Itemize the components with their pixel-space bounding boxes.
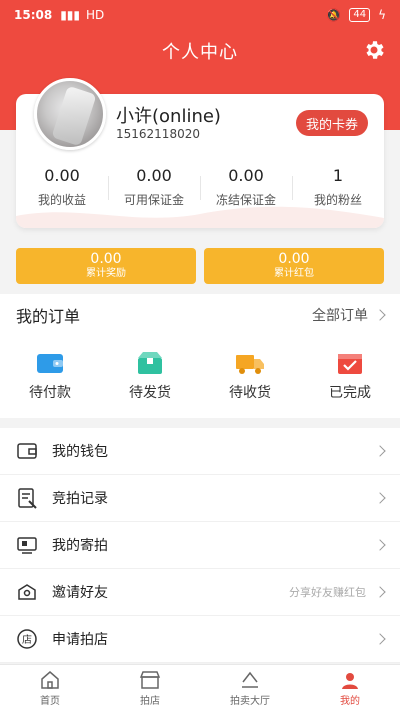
all-orders-label: 全部订单 — [312, 308, 368, 324]
tab-home[interactable]: 首页 — [0, 665, 100, 710]
truck-icon — [236, 355, 264, 374]
profile-card: 小许(online) 15162118020 我的卡券 0.00 我的收益 0.… — [16, 78, 384, 228]
gear-icon[interactable] — [362, 38, 386, 62]
battery-icon: 44 — [349, 8, 371, 22]
chevron-right-icon — [374, 633, 386, 645]
reward-value: 0.00 — [278, 251, 310, 267]
menu-item-invite-friends[interactable]: 邀请好友 分享好友赚红包 — [0, 569, 400, 616]
calendar-check-icon — [338, 354, 362, 374]
orders-section: 我的订单 全部订单 待付款 待发货 待收货 已完成 — [0, 294, 400, 418]
total-reward-button[interactable]: 0.00 累计奖励 — [16, 248, 196, 284]
home-icon — [41, 671, 59, 689]
stat-value: 1 — [332, 166, 344, 185]
mute-icon: 🔕 — [326, 8, 342, 22]
chevron-right-icon — [374, 445, 386, 457]
order-tab-pending-payment[interactable]: 待付款 — [0, 350, 100, 402]
menu-item-label: 我的寄拍 — [52, 538, 108, 554]
order-tab-pending-receipt[interactable]: 待收货 — [200, 350, 300, 402]
tab-label: 拍店 — [140, 696, 160, 707]
signal-icon: ▮▮▮ — [60, 8, 81, 22]
shop-icon: 店 — [17, 629, 37, 649]
order-tab-completed[interactable]: 已完成 — [300, 350, 400, 402]
stat-value: 0.00 — [228, 166, 264, 185]
coupon-button[interactable]: 我的卡券 — [295, 110, 368, 136]
stat-value: 0.00 — [136, 166, 172, 185]
tab-store[interactable]: 拍店 — [100, 665, 200, 710]
tab-mine[interactable]: 我的 — [300, 665, 400, 710]
user-icon — [342, 673, 358, 689]
menu-item-consignment[interactable]: 我的寄拍 — [0, 522, 400, 569]
tab-label: 我的 — [340, 696, 360, 707]
menu-list: 我的钱包 竞拍记录 我的寄拍 邀请好友 分享好友赚红包 店 申请拍店 — [0, 428, 400, 663]
network-label: HD — [86, 8, 105, 22]
stat-value: 0.00 — [44, 166, 80, 185]
consign-icon — [17, 537, 37, 554]
reward-row: 0.00 累计奖励 0.00 累计红包 — [16, 248, 384, 284]
avatar[interactable] — [34, 78, 106, 150]
orders-title: 我的订单 — [16, 307, 81, 326]
reward-label: 累计红包 — [274, 268, 314, 279]
reward-value: 0.00 — [90, 251, 122, 267]
chevron-right-icon — [374, 492, 386, 504]
tab-label: 拍卖大厅 — [230, 696, 270, 707]
menu-item-label: 邀请好友 — [52, 585, 108, 601]
charging-icon: ϟ — [378, 8, 386, 22]
user-name: 小许(online) — [116, 106, 221, 127]
card-wave-decoration — [16, 206, 384, 228]
page-title: 个人中心 — [162, 42, 238, 63]
store-icon — [139, 671, 161, 689]
chevron-right-icon — [374, 309, 386, 321]
orders-header: 我的订单 全部订单 — [0, 294, 400, 336]
reward-label: 累计奖励 — [86, 268, 126, 279]
bottom-tab-bar: 首页 拍店 拍卖大厅 我的 — [0, 664, 400, 710]
auction-hall-icon — [242, 671, 258, 688]
order-tab-label: 已完成 — [329, 385, 371, 401]
tab-label: 首页 — [40, 696, 60, 707]
invite-icon — [18, 584, 36, 600]
status-time: 15:08 — [14, 8, 53, 22]
menu-item-wallet[interactable]: 我的钱包 — [0, 428, 400, 475]
all-orders-link[interactable]: 全部订单 — [312, 305, 386, 325]
user-phone: 15162118020 — [116, 127, 200, 141]
total-red-packet-button[interactable]: 0.00 累计红包 — [204, 248, 384, 284]
menu-item-auction-records[interactable]: 竞拍记录 — [0, 475, 400, 522]
order-tab-label: 待付款 — [29, 385, 71, 401]
chevron-right-icon — [374, 586, 386, 598]
auction-record-icon — [18, 488, 37, 509]
invite-hint: 分享好友赚红包 — [289, 586, 366, 599]
menu-item-label: 申请拍店 — [52, 632, 108, 648]
order-tab-pending-shipment[interactable]: 待发货 — [100, 350, 200, 402]
chevron-right-icon — [374, 539, 386, 551]
order-tab-label: 待发货 — [129, 385, 171, 401]
order-status-tabs: 待付款 待发货 待收货 已完成 — [0, 350, 400, 402]
menu-item-label: 我的钱包 — [52, 444, 108, 460]
package-icon — [138, 352, 162, 374]
svg-text:店: 店 — [22, 633, 32, 646]
menu-item-label: 竞拍记录 — [52, 491, 108, 507]
tab-auction-hall[interactable]: 拍卖大厅 — [200, 665, 300, 710]
wallet-icon — [37, 354, 63, 373]
status-bar: 15:08 ▮▮▮ HD 🔕 44 ϟ — [0, 0, 400, 30]
menu-item-apply-shop[interactable]: 店 申请拍店 — [0, 616, 400, 663]
wallet-outline-icon — [17, 443, 37, 459]
order-tab-label: 待收货 — [229, 385, 271, 401]
